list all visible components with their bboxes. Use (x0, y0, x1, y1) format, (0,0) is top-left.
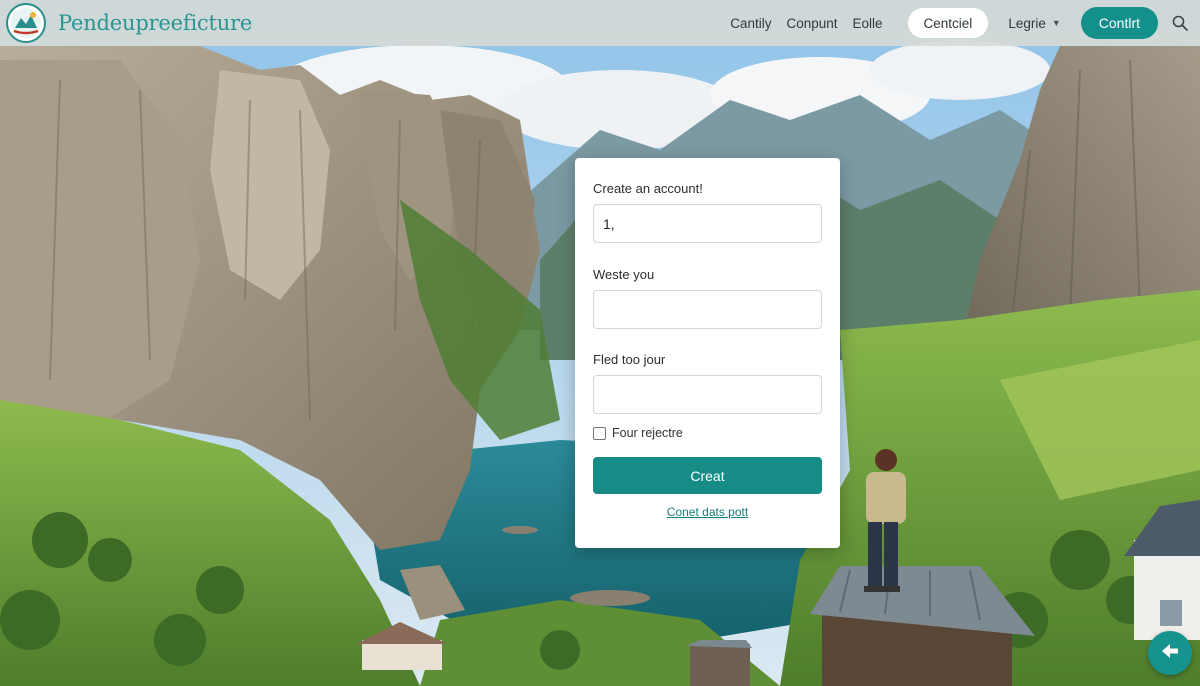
top-navigation: Pendeupreeficture Cantily Conpunt Eolle … (0, 0, 1200, 46)
signup-card: Create an account! Weste you Fled too jo… (575, 158, 840, 548)
nav-link-2[interactable]: Conpunt (786, 16, 837, 31)
contact-button[interactable]: Contlrt (1080, 7, 1158, 39)
field-3-label: Fled too jour (593, 352, 666, 367)
field-2-label: Weste you (593, 267, 655, 282)
arrow-left-icon (1159, 640, 1181, 667)
logo-emblem[interactable] (6, 3, 46, 43)
signup-field-2[interactable] (593, 290, 822, 329)
create-button[interactable]: Creat (593, 457, 822, 494)
search-icon[interactable] (1168, 11, 1192, 35)
signup-field-1[interactable] (593, 204, 822, 243)
agree-checkbox[interactable] (593, 426, 606, 440)
nav-dropdown[interactable]: Legrie ▼ (1008, 16, 1060, 31)
checkbox-row: Four rejectre (593, 426, 683, 440)
signup-title: Create an account! (593, 181, 703, 196)
chevron-down-icon: ▼ (1051, 18, 1061, 28)
brand-name[interactable]: Pendeupreeficture (58, 11, 252, 35)
floating-action-button[interactable] (1148, 631, 1192, 675)
nav-dropdown-label: Legrie (1008, 15, 1046, 31)
nav-link-1[interactable]: Cantily (730, 16, 771, 31)
nav-pill-button[interactable]: Centciel (907, 8, 989, 38)
nav-menu: Cantily Conpunt Eolle Centciel Legrie ▼ … (730, 0, 1200, 46)
signup-secondary-link[interactable]: Conet dats pott (575, 505, 840, 519)
checkbox-label: Four rejectre (612, 426, 683, 440)
signup-field-3[interactable] (593, 375, 822, 414)
nav-link-3[interactable]: Eolle (853, 16, 883, 31)
